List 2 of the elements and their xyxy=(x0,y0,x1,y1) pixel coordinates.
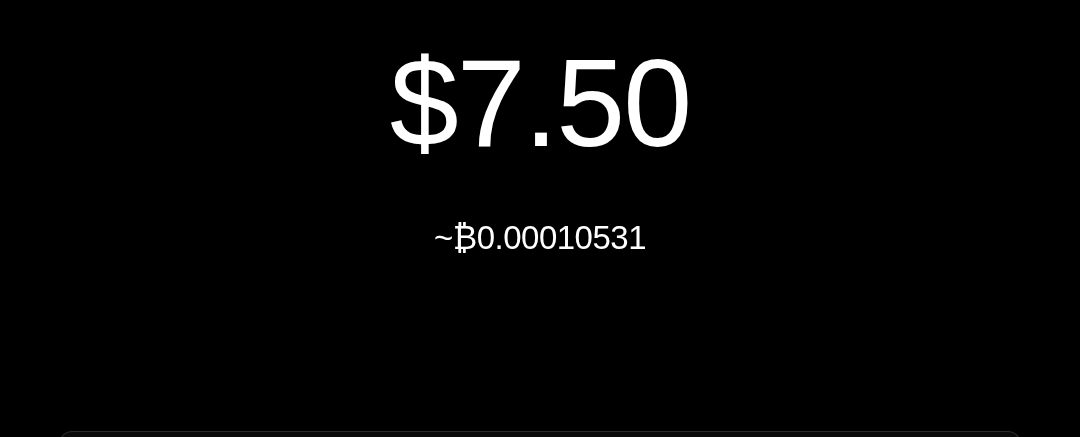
bitcoin-conversion: ~₿0.00010531 xyxy=(433,218,646,258)
amount-display: $7.50 xyxy=(389,38,691,168)
